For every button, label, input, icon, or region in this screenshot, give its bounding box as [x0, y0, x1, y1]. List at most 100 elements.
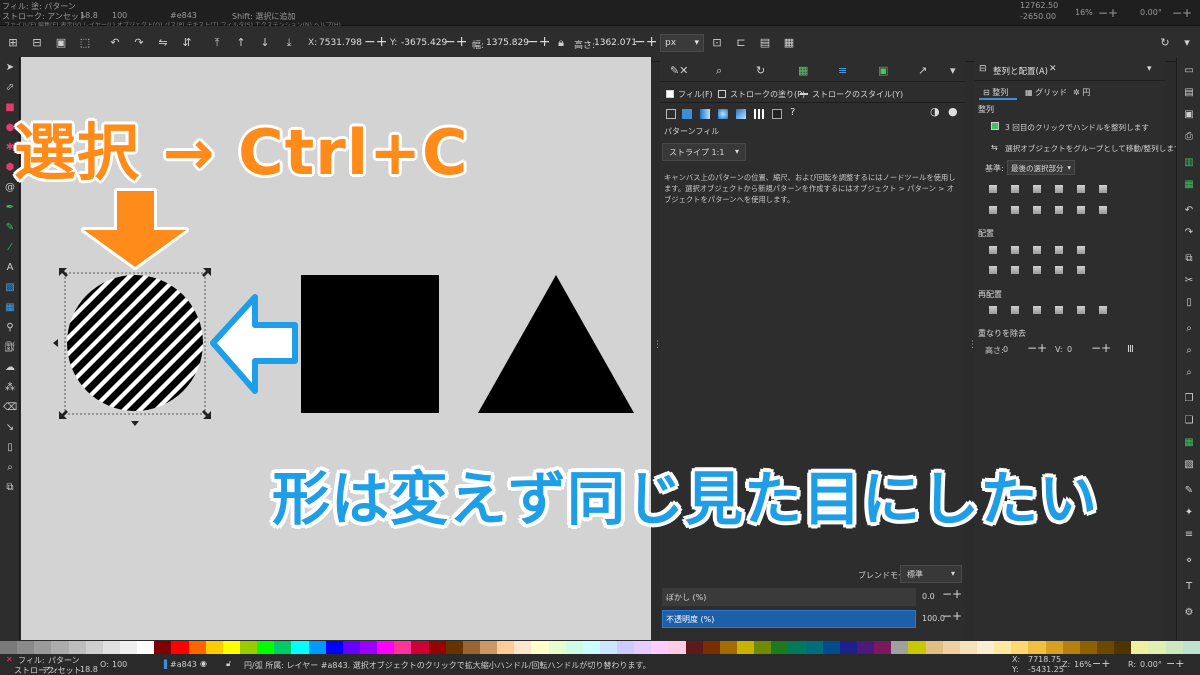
- rotation-stepper[interactable]: −+: [1172, 6, 1192, 20]
- palette-swatch[interactable]: [308, 641, 326, 654]
- palette-swatch[interactable]: [497, 641, 515, 654]
- palette-swatch[interactable]: [342, 641, 360, 654]
- import-icon[interactable]: ▥: [1183, 157, 1195, 169]
- palette-swatch[interactable]: [582, 641, 600, 654]
- lower-icon[interactable]: ↓: [258, 36, 272, 50]
- distribute-button-icon[interactable]: [1077, 246, 1085, 254]
- find-tab-icon[interactable]: ⌕: [716, 64, 722, 78]
- no-paint-swatch-icon[interactable]: ✕: [6, 655, 13, 664]
- distribute-button-icon[interactable]: [1055, 246, 1063, 254]
- align-button-icon[interactable]: [1077, 206, 1085, 214]
- duplicate-icon[interactable]: ❐: [1183, 393, 1195, 405]
- zoom-page-icon[interactable]: ⌕: [1183, 367, 1195, 379]
- align-button-icon[interactable]: [1077, 185, 1085, 193]
- status-rotation-stepper[interactable]: −+: [1166, 657, 1184, 670]
- palette-swatch[interactable]: [1079, 641, 1097, 654]
- flat-color-icon[interactable]: [682, 109, 692, 119]
- zoom-drawing-icon[interactable]: ⌕: [1183, 345, 1195, 357]
- palette-swatch[interactable]: [754, 641, 772, 654]
- linear-gradient-icon[interactable]: [700, 109, 710, 119]
- open-icon[interactable]: ▤: [1183, 87, 1195, 99]
- align-button-icon[interactable]: [1011, 185, 1019, 193]
- distribute-button-icon[interactable]: [1011, 266, 1019, 274]
- palette-swatch[interactable]: [34, 641, 52, 654]
- rearrange-button-icon[interactable]: [1099, 306, 1107, 314]
- palette-swatch[interactable]: [668, 641, 686, 654]
- blur-value[interactable]: 0.0: [922, 592, 935, 601]
- scale-corners-icon[interactable]: ⊏: [734, 36, 748, 50]
- palette-swatch[interactable]: [548, 641, 566, 654]
- unset-paint-icon[interactable]: ?: [790, 107, 795, 118]
- palette-swatch[interactable]: [428, 641, 446, 654]
- export-tab-icon[interactable]: ▣: [878, 64, 888, 77]
- distribute-button-icon[interactable]: [1077, 266, 1085, 274]
- dropper-tool-icon[interactable]: ⚲: [3, 321, 17, 335]
- copy-icon[interactable]: ⧉: [1183, 253, 1195, 265]
- lower-bottom-icon[interactable]: ⤓: [282, 36, 296, 50]
- panel-resize-handle[interactable]: ⋮: [653, 340, 662, 350]
- w-input[interactable]: 1375.829: [486, 38, 529, 48]
- palette-swatch[interactable]: [514, 641, 532, 654]
- palette-swatch[interactable]: [1011, 641, 1029, 654]
- h-input[interactable]: 1362.071: [594, 38, 637, 48]
- zoom-stepper[interactable]: −+: [1098, 6, 1118, 20]
- print-icon[interactable]: ⎙: [1183, 131, 1195, 143]
- palette-swatch[interactable]: [719, 641, 738, 654]
- align-button-icon[interactable]: [1033, 206, 1041, 214]
- palette-swatch[interactable]: [1182, 641, 1200, 654]
- clone-icon[interactable]: ❏: [1183, 415, 1195, 427]
- color-palette[interactable]: [0, 641, 1200, 654]
- status-rotation[interactable]: 0.00°: [1140, 660, 1162, 669]
- eraser-tool-icon[interactable]: ⌫: [3, 401, 17, 415]
- align-button-icon[interactable]: [1055, 185, 1063, 193]
- text-font-icon[interactable]: ✦: [1183, 507, 1195, 519]
- align-button-icon[interactable]: [1099, 206, 1107, 214]
- paint-bucket-icon[interactable]: ⛽︎: [3, 341, 17, 355]
- pattern-select[interactable]: ストライプ 1:1 ▾: [662, 143, 746, 161]
- move-gradient-icon[interactable]: ▤: [758, 36, 772, 50]
- palette-swatch[interactable]: [119, 641, 138, 654]
- palette-swatch[interactable]: [68, 641, 86, 654]
- h-gap-input[interactable]: 0: [1003, 345, 1008, 354]
- dock-menu-icon[interactable]: ▾: [950, 64, 956, 77]
- measure-tool-icon[interactable]: ⧉: [3, 481, 17, 495]
- rearrange-button-icon[interactable]: [1055, 306, 1063, 314]
- palette-swatch[interactable]: [737, 641, 755, 654]
- zoom-selection-icon[interactable]: ⌕: [1183, 323, 1195, 335]
- rotate-cw-icon[interactable]: ↷: [132, 36, 146, 50]
- relative-to-select[interactable]: 最後の選択部分 ▾: [1007, 160, 1075, 175]
- move-pattern-icon[interactable]: ▦: [782, 36, 796, 50]
- eye-icon[interactable]: ◉: [200, 659, 207, 668]
- palette-swatch[interactable]: [411, 641, 429, 654]
- palette-swatch[interactable]: [239, 641, 258, 654]
- distribute-button-icon[interactable]: [1033, 266, 1041, 274]
- palette-swatch[interactable]: [445, 641, 463, 654]
- distribute-button-icon[interactable]: [1033, 246, 1041, 254]
- palette-swatch[interactable]: [222, 641, 240, 654]
- preferences-icon[interactable]: ⚙: [1183, 607, 1195, 619]
- palette-swatch[interactable]: [1097, 641, 1115, 654]
- blur-stepper[interactable]: −+: [942, 587, 962, 601]
- spray-tool-icon[interactable]: ⁂: [3, 381, 17, 395]
- palette-swatch[interactable]: [1131, 641, 1149, 654]
- tweak-tool-icon[interactable]: ☁: [3, 361, 17, 375]
- palette-swatch[interactable]: [188, 641, 206, 654]
- status-zoom[interactable]: 16%: [1074, 660, 1092, 669]
- tab-stroke-style[interactable]: ストロークのスタイル(Y): [800, 89, 903, 100]
- deselect-icon[interactable]: ⬚: [78, 36, 92, 50]
- select-all-icon[interactable]: ⊞: [6, 36, 20, 50]
- group-icon[interactable]: ▦: [1183, 437, 1195, 449]
- pencil-tool-icon[interactable]: ✎: [3, 221, 17, 235]
- paste-icon[interactable]: ▯: [1183, 297, 1195, 309]
- status-o-value[interactable]: 100: [112, 660, 127, 669]
- gradient-tool-icon[interactable]: ▧: [3, 281, 17, 295]
- layers-tab-icon[interactable]: ≡: [838, 64, 847, 77]
- pen-tool-icon[interactable]: ✒: [3, 201, 17, 215]
- h-gap-stepper[interactable]: −+: [1027, 341, 1047, 355]
- tab-align[interactable]: ⊟ 整列: [983, 87, 1008, 98]
- palette-swatch[interactable]: [0, 641, 18, 654]
- radial-gradient-icon[interactable]: [718, 109, 728, 119]
- rearrange-button-icon[interactable]: [1077, 306, 1085, 314]
- palette-swatch[interactable]: [462, 641, 480, 654]
- palette-swatch[interactable]: [651, 641, 669, 654]
